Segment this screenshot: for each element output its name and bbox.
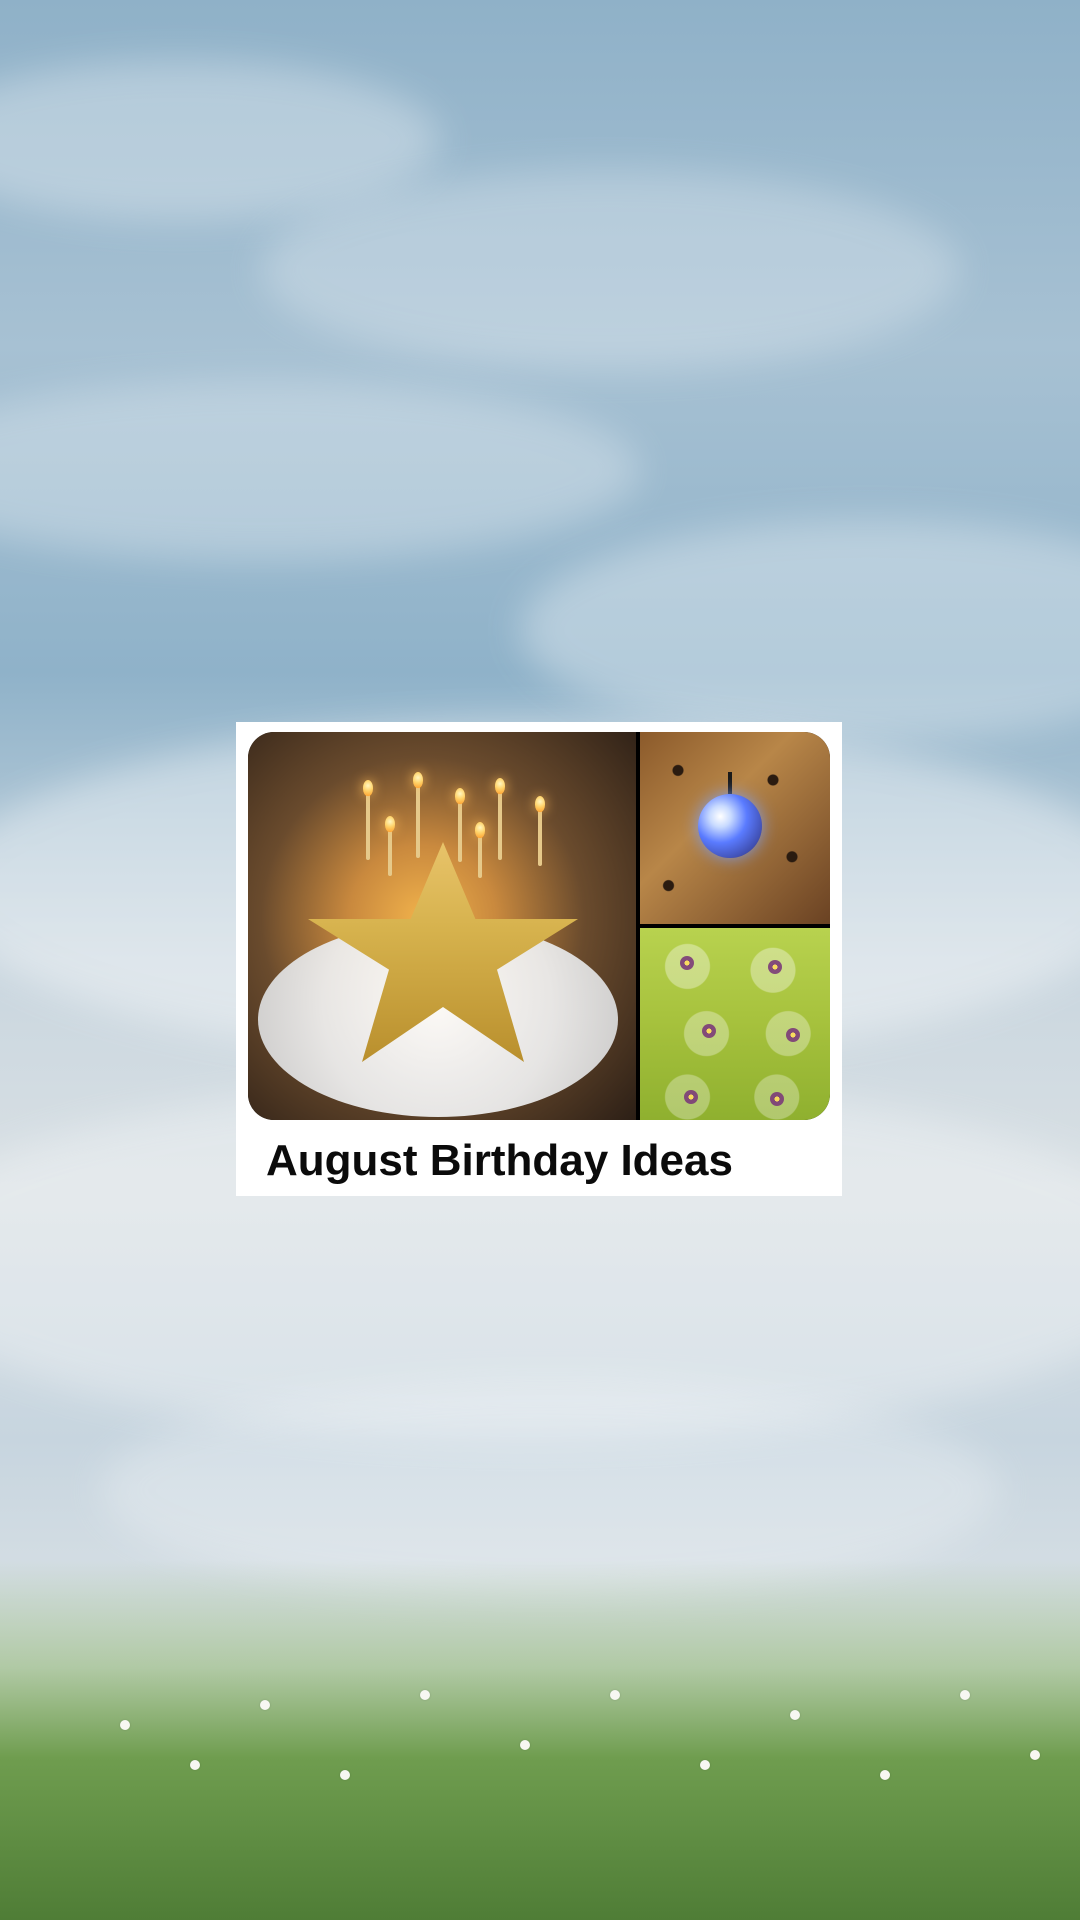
flower-icon xyxy=(1030,1750,1040,1760)
flower-icon xyxy=(610,1690,620,1700)
flower-icon xyxy=(260,1700,270,1710)
flame-icon xyxy=(475,822,485,838)
flower-icon xyxy=(680,956,694,970)
disco-ball-shape xyxy=(698,794,762,858)
flower-icon xyxy=(420,1690,430,1700)
cloud-shape xyxy=(520,520,1080,740)
cloud-shape xyxy=(0,380,640,560)
candle-icon xyxy=(388,830,392,876)
cloud-shape xyxy=(260,170,960,370)
green-jello-cups-image xyxy=(640,928,830,1120)
grass-field xyxy=(0,1560,1080,1920)
flower-icon xyxy=(768,960,782,974)
flame-icon xyxy=(535,796,545,812)
board-collage xyxy=(248,732,830,1120)
flower-icon xyxy=(190,1760,200,1770)
disco-ball-image xyxy=(640,732,830,924)
flower-icon xyxy=(120,1720,130,1730)
flame-icon xyxy=(413,772,423,788)
candle-icon xyxy=(478,836,482,878)
flower-icon xyxy=(520,1740,530,1750)
candle-icon xyxy=(538,810,542,866)
flower-icon xyxy=(702,1024,716,1038)
flame-icon xyxy=(495,778,505,794)
flower-icon xyxy=(340,1770,350,1780)
flower-icon xyxy=(786,1028,800,1042)
board-card[interactable]: August Birthday Ideas xyxy=(236,722,842,1196)
candle-icon xyxy=(458,802,462,862)
flower-icon xyxy=(684,1090,698,1104)
flower-icon xyxy=(880,1770,890,1780)
flame-icon xyxy=(455,788,465,804)
candle-icon xyxy=(498,792,502,860)
flower-icon xyxy=(790,1710,800,1720)
board-title: August Birthday Ideas xyxy=(266,1136,733,1185)
flower-icon xyxy=(770,1092,784,1106)
candle-icon xyxy=(366,794,370,860)
flower-icon xyxy=(700,1760,710,1770)
flame-icon xyxy=(385,816,395,832)
flower-icon xyxy=(960,1690,970,1700)
disco-stem-shape xyxy=(728,772,732,794)
candle-icon xyxy=(416,786,420,858)
flame-icon xyxy=(363,780,373,796)
birthday-cake-image xyxy=(248,732,636,1120)
